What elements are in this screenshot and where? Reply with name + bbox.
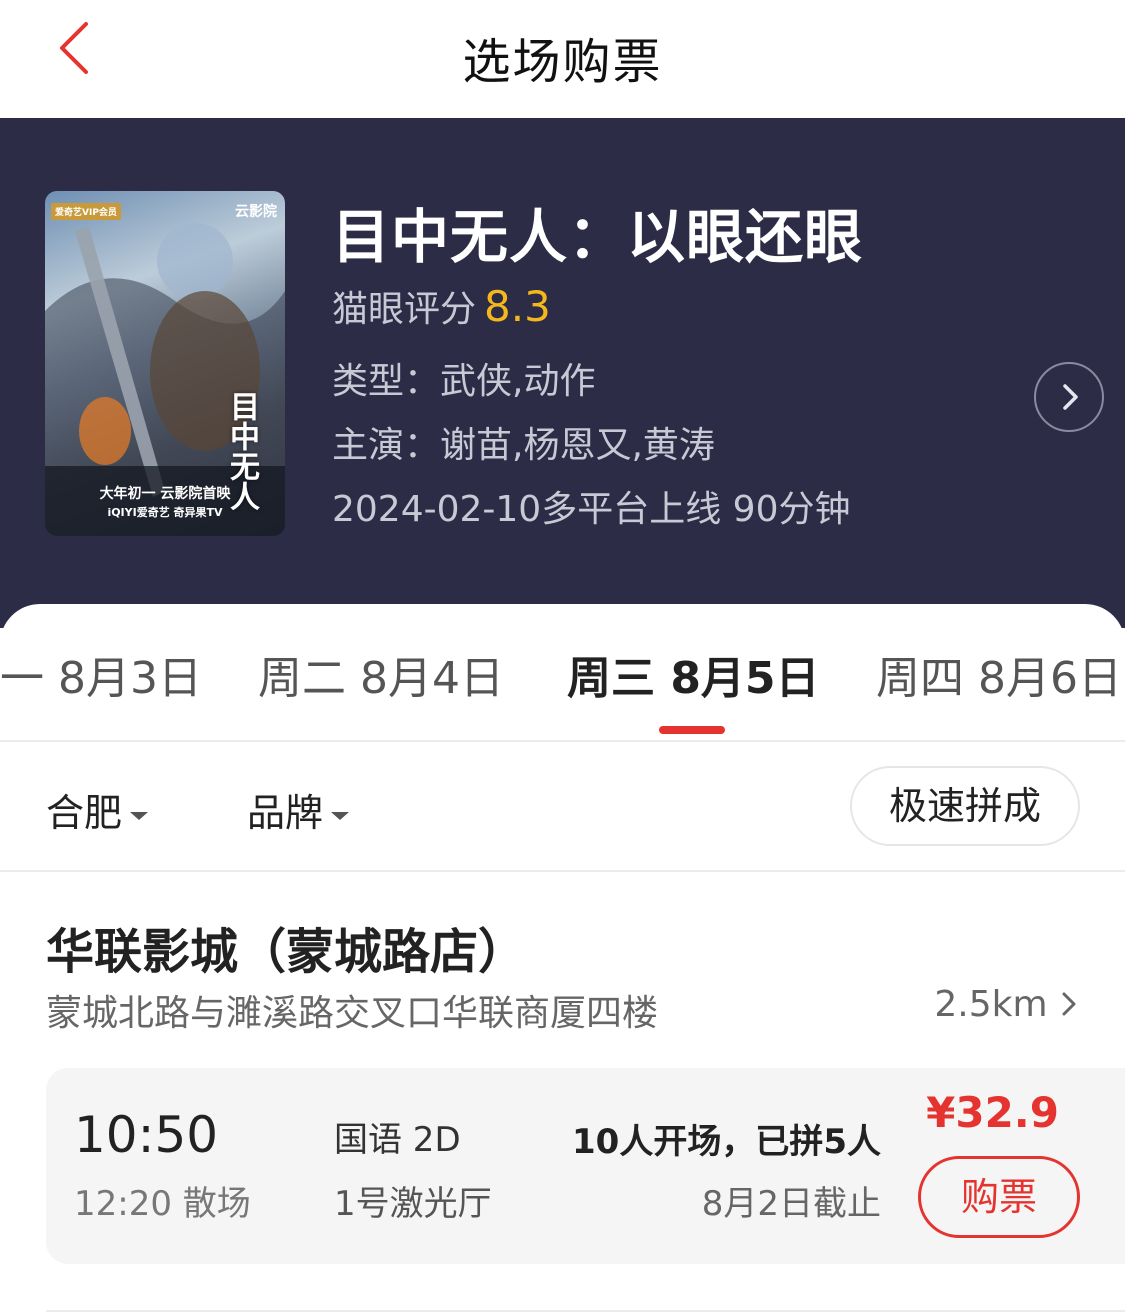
poster-tagline: 大年初一 云影院首映 [99, 486, 231, 502]
poster-platforms: iQIYI爱奇艺 奇异果TV [107, 506, 223, 519]
session-hall: 1号激光厅 [334, 1184, 492, 1224]
session-group-status: 10人开场，已拼5人 [572, 1122, 881, 1162]
movie-banner: 爱奇艺VIP会员 云影院 目中无人 大年初一 云影院首映 iQIYI爱奇艺 奇异… [0, 118, 1125, 628]
city-filter[interactable]: 合肥 [46, 782, 149, 837]
quick-group-button[interactable]: 极速拼成 [850, 766, 1080, 846]
buy-ticket-button[interactable]: 购票 [918, 1156, 1080, 1238]
movie-release: 2024-02-10多平台上线 90分钟 [332, 489, 851, 530]
active-tab-indicator [659, 726, 725, 734]
session-price: ¥32.9 [926, 1088, 1059, 1137]
distance-value: 2.5km [934, 984, 1048, 1025]
session-start-time: 10:50 [74, 1106, 219, 1164]
caret-down-icon [130, 811, 149, 820]
brand-filter-label: 品牌 [247, 791, 324, 835]
filter-bar: 合肥 品牌 极速拼成 [0, 742, 1125, 872]
session-language: 国语 2D [334, 1120, 461, 1160]
movie-poster[interactable]: 爱奇艺VIP会员 云影院 目中无人 大年初一 云影院首映 iQIYI爱奇艺 奇异… [45, 191, 285, 536]
cinema-card: 华联影城（蒙城路店） 蒙城北路与濉溪路交叉口华联商厦四楼 2.5km 10:50… [0, 872, 1125, 1312]
cinema-name[interactable]: 华联影城（蒙城路店） [46, 912, 526, 982]
cinema-address: 蒙城北路与濉溪路交叉口华联商厦四楼 [46, 993, 659, 1034]
movie-cast: 主演：谢苗,杨恩又,黄涛 [332, 425, 715, 466]
top-bar: 选场购票 [0, 0, 1125, 118]
score-value: 8.3 [484, 282, 551, 331]
movie-title: 目中无人：以眼还眼 [332, 203, 864, 271]
session-deadline: 8月2日截止 [701, 1184, 881, 1224]
showtime-sheet: 一 8月3日 周二 8月4日 周三 8月5日 周四 8月6日 合肥 品牌 极速拼… [0, 604, 1125, 1312]
score-label: 猫眼评分 [332, 289, 477, 330]
chevron-right-icon [1062, 992, 1076, 1016]
poster-brand: 云影院 [235, 204, 277, 220]
tab-date-0804[interactable]: 周二 8月4日 [258, 642, 504, 706]
session-row[interactable]: 10:50 12:20 散场 国语 2D 1号激光厅 10人开场，已拼5人 8月… [46, 1068, 1125, 1264]
brand-filter[interactable]: 品牌 [247, 782, 350, 837]
tab-date-0806[interactable]: 周四 8月6日 [876, 642, 1122, 706]
score-row: 猫眼评分 8.3 [332, 280, 551, 332]
tab-date-0805[interactable]: 周三 8月5日 [567, 642, 820, 706]
session-end-time: 12:20 散场 [74, 1184, 251, 1224]
city-filter-label: 合肥 [46, 791, 123, 835]
page-title: 选场购票 [462, 34, 663, 90]
tab-date-0803[interactable]: 一 8月3日 [0, 642, 202, 706]
chevron-right-icon [1063, 384, 1078, 410]
caret-down-icon [331, 811, 350, 820]
cinema-distance[interactable]: 2.5km [934, 984, 1079, 1025]
movie-genre: 类型：武侠,动作 [332, 361, 596, 402]
movie-detail-button[interactable] [1034, 362, 1104, 432]
date-tabs: 一 8月3日 周二 8月4日 周三 8月5日 周四 8月6日 [0, 604, 1125, 742]
poster-badge: 爱奇艺VIP会员 [51, 203, 121, 220]
